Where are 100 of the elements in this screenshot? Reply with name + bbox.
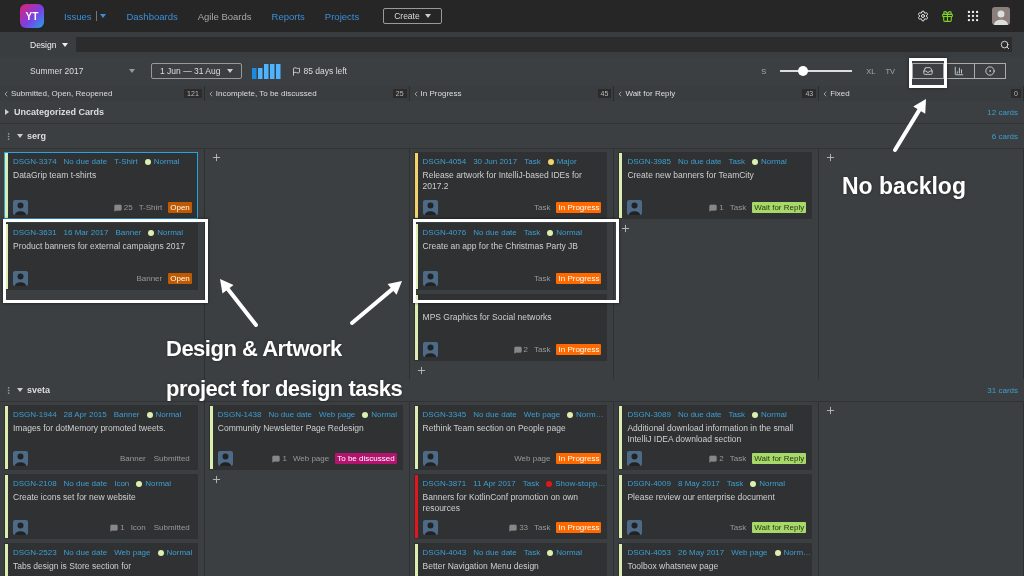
collapse-triangle-icon[interactable]	[17, 387, 23, 393]
add-card-icon[interactable]	[620, 223, 632, 234]
comment-count: 2	[709, 454, 724, 463]
create-button[interactable]: Create	[383, 8, 442, 24]
issue-id-link[interactable]: DSGN-3631	[13, 228, 57, 237]
add-card-icon[interactable]	[825, 152, 837, 163]
assignee-avatar	[13, 451, 28, 466]
issue-title: Product banners for external campaigns 2017	[13, 241, 186, 252]
search-icon[interactable]	[1000, 39, 1010, 50]
column-title: Incomplete, To be discussed	[215, 89, 318, 98]
issue-id-link[interactable]: DSGN-3374	[13, 157, 57, 166]
swimlane-title[interactable]: Uncategorized Cards	[14, 107, 105, 117]
nav-link[interactable]: Issues	[64, 10, 107, 22]
swimlane-title[interactable]: sveta	[27, 385, 51, 395]
issue-id-link[interactable]: DSGN-1944	[13, 410, 57, 419]
issue-card[interactable]: DSGN-3089 No due date Task Normal Additional download information in the small IntelliJ IDEA download section 2 Task Wait for Reply	[618, 405, 813, 470]
issue-tag: Task	[534, 345, 551, 354]
issue-card[interactable]: DSGN-1438 No due date Web page Normal Community Newsletter Page Redesign 1 Web page To be discussed	[208, 405, 403, 470]
collapse-triangle-icon[interactable]	[17, 133, 23, 139]
issue-type: Web page	[523, 410, 561, 419]
issue-id-link[interactable]: DSGN-3089	[627, 410, 671, 419]
issue-title: MPS Graphics for Social networks	[422, 312, 553, 323]
issue-card[interactable]: DSGN-3374 No due date T-Shirt Normal DataGrip team t-shirts 25 T-Shirt Open	[4, 152, 198, 219]
issue-id-link[interactable]: DSGN-4043	[422, 548, 467, 557]
state-badge: In Progress	[556, 344, 602, 355]
issue-id-link[interactable]: DSGN-2523	[13, 548, 57, 557]
add-card-icon[interactable]	[210, 474, 222, 485]
issue-card[interactable]: DSGN-3631 16 Mar 2017 Banner Normal Product banners for external campaigns 2017 Banner Open	[4, 223, 198, 290]
board-settings-button[interactable]	[974, 63, 1006, 79]
nav-link[interactable]: Dashboards	[126, 10, 178, 22]
nav-link[interactable]: Agile Boards	[197, 10, 252, 22]
issue-id-link[interactable]: DSGN-2108	[13, 479, 57, 488]
issue-id-link[interactable]: DSGN-1438	[217, 410, 262, 419]
backlog-button[interactable]	[912, 63, 944, 79]
assignee-avatar	[13, 200, 28, 215]
apps-grid-icon[interactable]	[966, 9, 980, 23]
issue-card[interactable]: DSGN-1944 28 Apr 2015 Banner Normal Images for dotMemory promoted tweets. Banner Submitted	[4, 405, 198, 470]
column-title: Wait for Reply	[625, 89, 677, 98]
nav-link[interactable]: Projects	[324, 10, 360, 22]
collapse-chevron-icon[interactable]	[2, 89, 10, 98]
state-badge: In Progress	[556, 522, 602, 533]
due-date: No due date	[473, 548, 517, 557]
slider-thumb[interactable]	[798, 66, 809, 76]
comment-count: 1	[272, 454, 287, 463]
issue-title: Please review our enterprise document	[627, 492, 776, 503]
assignee-avatar	[13, 271, 28, 286]
nav-link[interactable]: Reports	[271, 10, 305, 22]
expand-triangle-icon[interactable]	[4, 109, 10, 115]
issue-id-link[interactable]: DSGN-4053	[627, 548, 671, 557]
issue-card[interactable]: DSGN-2108 No due date Icon Normal Create icons set for new website 1 Icon Submitted	[4, 474, 198, 539]
issue-id-link[interactable]: DSGN-3345	[422, 410, 467, 419]
add-card-icon[interactable]	[415, 365, 427, 376]
swimlane-title[interactable]: serg	[27, 131, 46, 141]
issue-card[interactable]: DSGN-4053 26 May 2017 Web page Norm… Toolbox whatsnew page	[618, 543, 813, 576]
state-badge: In Progress	[556, 453, 602, 464]
app-logo[interactable]: YT	[20, 4, 44, 28]
issue-card[interactable]: DSGN-3871 11 Apr 2017 Task Show-stopp… Banners for KotlinConf promotion on own resources 33 Task In Progress	[413, 474, 608, 539]
date-range-button[interactable]: 1 Jun — 31 Aug	[151, 63, 242, 79]
issue-tag: Web page	[514, 454, 551, 463]
priority: Normal	[145, 479, 172, 488]
bar-chart-icon	[954, 66, 964, 76]
issue-card[interactable]: MPS Graphics for Social networks 2 Task In Progress	[413, 294, 608, 361]
issue-card[interactable]: DSGN-4009 8 May 2017 Task Normal Please review our enterprise document Task Wait for Reply	[618, 474, 813, 539]
assignee-avatar	[422, 271, 438, 286]
add-card-icon[interactable]	[210, 152, 222, 163]
drag-handle-icon[interactable]	[4, 131, 13, 141]
issue-id-link[interactable]: DSGN-4054	[422, 157, 467, 166]
issue-card[interactable]: DSGN-4054 30 Jun 2017 Task Major Release artwork for IntelliJ-based IDEs for 2017.2 Task In Progress	[413, 152, 608, 219]
state-badge: Wait for Reply	[752, 522, 807, 533]
issue-card[interactable]: DSGN-3345 No due date Web page Norm… Rethink Team section on People page Web page In Progress	[413, 405, 608, 470]
gift-icon[interactable]	[941, 9, 954, 23]
inbox-icon	[923, 66, 933, 76]
callout-text: No backlog	[842, 172, 966, 201]
project-selector[interactable]: Design	[30, 39, 69, 50]
assignee-avatar	[627, 451, 643, 466]
assignee-avatar	[422, 342, 438, 357]
comment-icon	[709, 454, 718, 463]
add-card-icon[interactable]	[825, 405, 837, 416]
issue-id-link[interactable]: DSGN-4076	[422, 228, 467, 237]
issue-id-link[interactable]: DSGN-3871	[422, 479, 467, 488]
due-date: No due date	[677, 157, 722, 166]
issue-card[interactable]: DSGN-4043 No due date Task Normal Better Navigation Menu design	[413, 543, 608, 576]
issue-tag: Banner	[119, 454, 146, 463]
highlight-frame	[909, 58, 947, 88]
user-avatar[interactable]	[992, 7, 1010, 25]
caret-icon	[129, 69, 135, 73]
issue-id-link[interactable]: DSGN-4009	[627, 479, 671, 488]
sprint-selector[interactable]: Summer 2017	[30, 66, 135, 76]
comment-count: 33	[509, 523, 529, 532]
comment-icon	[709, 203, 718, 212]
search-field[interactable]	[76, 37, 1012, 52]
issue-card[interactable]: DSGN-3985 No due date Task Normal Create new banners for TeamCity 1 Task Wait for Reply	[618, 152, 813, 219]
issue-card[interactable]: DSGN-2523 No due date Web page Normal Tabs design is Store section for	[4, 543, 198, 576]
card-count: 6 cards	[991, 131, 1018, 141]
settings-icon[interactable]	[917, 10, 929, 22]
issue-title: Create an app for the Christmas Party JB	[422, 241, 580, 252]
drag-handle-icon[interactable]	[4, 385, 13, 395]
comment-icon	[509, 523, 518, 532]
issue-id-link[interactable]: DSGN-3985	[627, 157, 671, 166]
assignee-avatar	[422, 451, 438, 466]
